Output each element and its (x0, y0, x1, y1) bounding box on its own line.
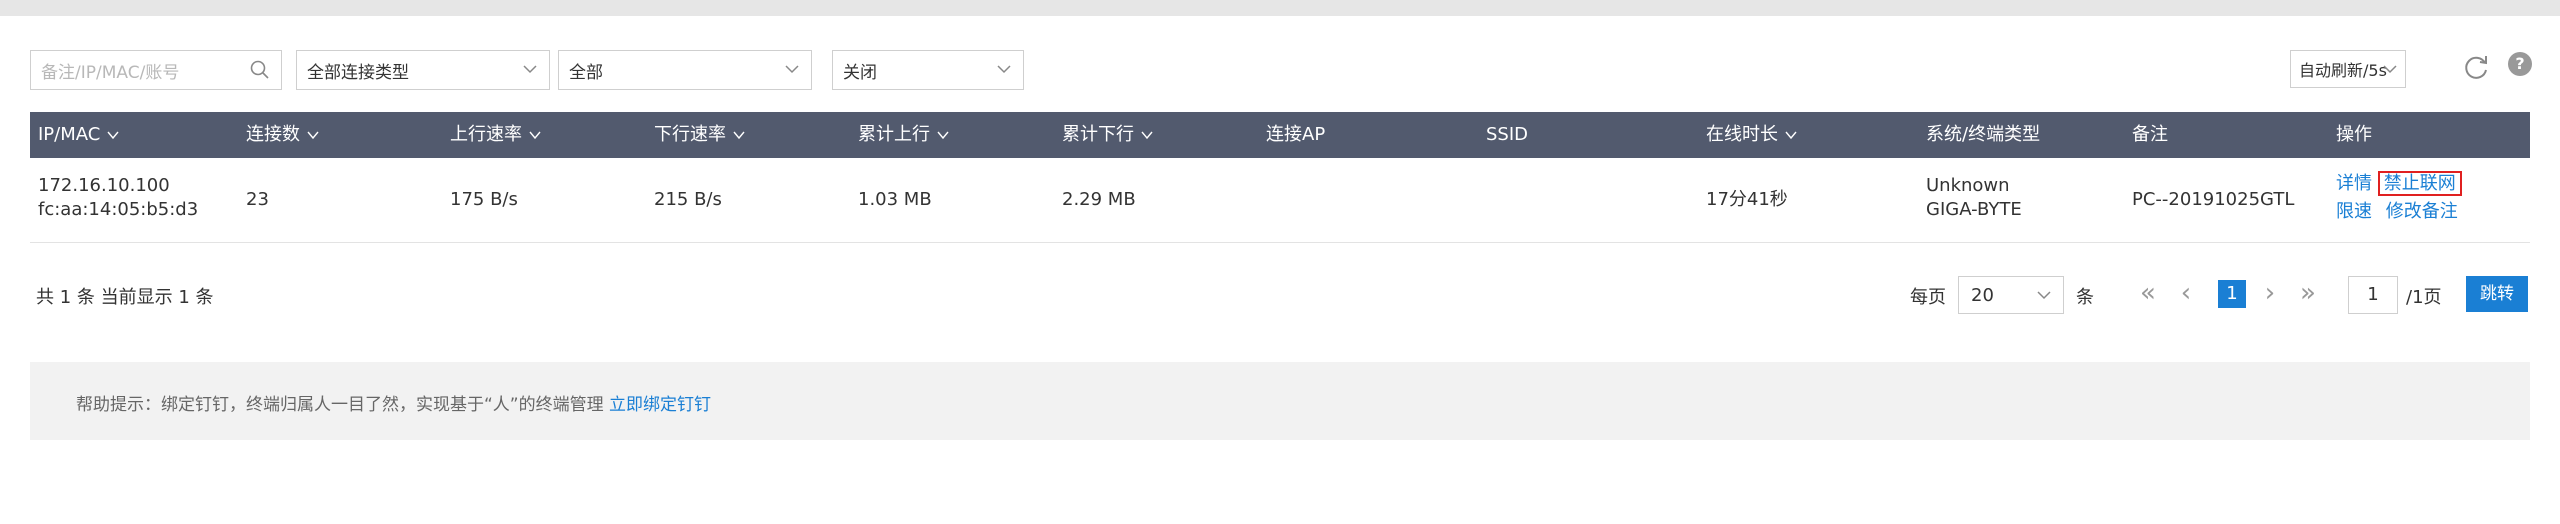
refresh-icon[interactable] (2460, 52, 2492, 84)
header-ap: 连接AP (1266, 124, 1326, 145)
help-icon[interactable]: ? (2508, 52, 2532, 76)
per-page-select[interactable]: 20 (1958, 276, 2064, 314)
chevron-down-icon (733, 131, 745, 140)
chevron-down-icon (529, 131, 541, 140)
cell-total-down: 2.29 MB (1062, 189, 1136, 210)
total-pages: /1页 (2406, 287, 2442, 308)
first-page-icon[interactable]: « (2134, 280, 2162, 308)
top-bar (0, 0, 2560, 16)
header-connections[interactable]: 连接数 (246, 112, 320, 158)
header-total-up[interactable]: 累计上行 (858, 112, 950, 158)
auto-refresh-value: 自动刷新/5s (2299, 61, 2387, 80)
cell-device: GIGA-BYTE (1926, 199, 2022, 220)
search-placeholder: 备注/IP/MAC/账号 (41, 62, 180, 83)
block-internet-link[interactable]: 禁止联网 (2377, 171, 2462, 196)
chevron-down-icon (2381, 60, 2399, 78)
chevron-down-icon (1785, 131, 1797, 140)
status-select[interactable]: 关闭 (832, 50, 1024, 90)
actions-line-1: 详情 禁止联网 (2336, 171, 2462, 196)
help-tip: 帮助提示：绑定钉钉，终端归属人一目了然，实现基于“人”的终端管理 立即绑定钉钉 (30, 362, 2530, 440)
status-select-value: 关闭 (843, 62, 877, 83)
header-ip-mac[interactable]: IP/MAC (38, 112, 120, 158)
auto-refresh-select[interactable]: 自动刷新/5s (2290, 50, 2406, 88)
search-input[interactable]: 备注/IP/MAC/账号 (30, 50, 282, 90)
cell-mac: fc:aa:14:05:b5:d3 (38, 199, 199, 220)
bind-dingtalk-link[interactable]: 立即绑定钉钉 (609, 395, 711, 415)
table-row: 172.16.10.100 fc:aa:14:05:b5:d3 23 175 B… (30, 158, 2530, 243)
cell-total-up: 1.03 MB (858, 189, 932, 210)
jump-button[interactable]: 跳转 (2466, 276, 2528, 312)
header-down-rate[interactable]: 下行速率 (654, 112, 746, 158)
all-select-value: 全部 (569, 62, 603, 83)
header-up-rate[interactable]: 上行速率 (450, 112, 542, 158)
per-page-unit: 条 (2076, 287, 2094, 308)
chevron-down-icon (2035, 286, 2053, 304)
chevron-down-icon (307, 131, 319, 140)
header-total-down[interactable]: 累计下行 (1062, 112, 1154, 158)
chevron-down-icon (107, 131, 119, 140)
edit-remark-link[interactable]: 修改备注 (2386, 201, 2458, 222)
connection-type-select[interactable]: 全部连接类型 (296, 50, 550, 90)
chevron-down-icon (995, 60, 1013, 78)
next-page-icon[interactable]: › (2256, 280, 2284, 308)
detail-link[interactable]: 详情 (2336, 173, 2372, 194)
chevron-down-icon (521, 60, 539, 78)
rate-limit-link[interactable]: 限速 (2336, 201, 2372, 222)
header-online[interactable]: 在线时长 (1706, 112, 1798, 158)
cell-os: Unknown (1926, 175, 2010, 196)
prev-page-icon[interactable]: ‹ (2172, 280, 2200, 308)
cell-up-rate: 175 B/s (450, 189, 518, 210)
current-page-button[interactable]: 1 (2218, 280, 2246, 308)
header-ssid: SSID (1486, 124, 1529, 145)
last-page-icon[interactable]: » (2294, 280, 2322, 308)
cell-online: 17分41秒 (1706, 189, 1788, 210)
cell-down-rate: 215 B/s (654, 189, 722, 210)
help-tip-text: 帮助提示：绑定钉钉，终端归属人一目了然，实现基于“人”的终端管理 (76, 395, 604, 415)
table-header: IP/MAC 连接数 上行速率 下行速率 累计上行 累计下行 连接AP SSID… (30, 112, 2530, 158)
connection-type-value: 全部连接类型 (307, 62, 409, 83)
all-select[interactable]: 全部 (558, 50, 812, 90)
cell-remark: PC--20191025GTL (2132, 189, 2295, 210)
chevron-down-icon (1141, 131, 1153, 140)
header-actions: 操作 (2336, 124, 2372, 145)
help-tip-line: 帮助提示：绑定钉钉，终端归属人一目了然，实现基于“人”的终端管理 立即绑定钉钉 (76, 390, 711, 415)
chevron-down-icon (937, 131, 949, 140)
cell-connections: 23 (246, 189, 269, 210)
per-page-value: 20 (1971, 285, 1994, 306)
cell-ip: 172.16.10.100 (38, 175, 170, 196)
search-icon[interactable] (249, 59, 271, 81)
header-remark: 备注 (2132, 124, 2168, 145)
result-summary: 共 1 条 当前显示 1 条 (36, 287, 214, 308)
per-page-label: 每页 (1910, 287, 1946, 308)
chevron-down-icon (783, 60, 801, 78)
actions-line-2: 限速 修改备注 (2336, 200, 2458, 224)
header-os: 系统/终端类型 (1926, 124, 2041, 145)
page-number-input[interactable]: 1 (2348, 276, 2398, 314)
